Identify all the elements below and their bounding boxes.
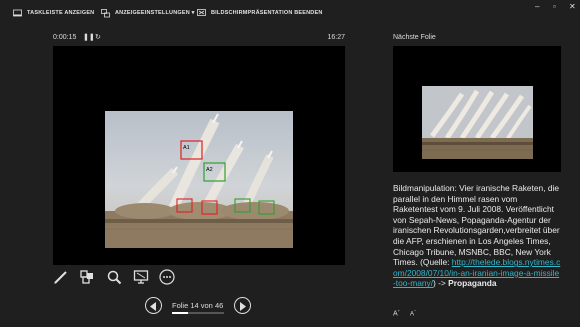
next-slide-label: Nächste Folie	[393, 34, 436, 41]
end-slideshow-icon	[197, 8, 206, 18]
speaker-notes: Bildmanipulation: Vier iranische Raketen…	[393, 183, 561, 289]
slide-progress-fill	[172, 312, 188, 314]
display-settings-icon	[101, 8, 110, 18]
pen-icon[interactable]	[53, 269, 69, 285]
show-taskbar-button[interactable]: TASKLEISTE ANZEIGEN	[13, 7, 94, 19]
chevron-left-icon	[150, 301, 156, 311]
end-slideshow-label: BILDSCHIRMPRÄSENTATION BEENDEN	[211, 10, 323, 16]
notes-text: Bildmanipulation: Vier iranische Raketen…	[393, 183, 560, 268]
increase-font-button[interactable]: A+	[393, 308, 400, 317]
callout-a2: A2	[206, 167, 213, 173]
taskbar-icon	[13, 9, 22, 18]
pause-icon[interactable]: ❚❚	[83, 33, 95, 41]
current-slide[interactable]: A1 A2	[53, 46, 345, 265]
slide-counter: Folie 14 von 46	[172, 301, 224, 310]
elapsed-time: 0:00:15	[53, 34, 77, 41]
previous-slide-button[interactable]	[145, 297, 162, 314]
minimize-button[interactable]: –	[535, 2, 539, 11]
end-slideshow-button[interactable]: BILDSCHIRMPRÄSENTATION BEENDEN	[197, 7, 323, 19]
zoom-icon[interactable]	[106, 269, 122, 285]
slide-photo: A1 A2	[105, 111, 293, 248]
display-settings-button[interactable]: ANZEIGEEINSTELLUNGEN ▾	[101, 7, 195, 19]
screen-icon[interactable]	[133, 269, 149, 285]
reset-icon[interactable]: ↻	[95, 33, 101, 41]
callout-a1: A1	[183, 145, 190, 151]
slide-grid-icon[interactable]	[79, 269, 95, 285]
clock-time: 16:27	[327, 34, 345, 41]
notes-emphasis: Propaganda	[448, 278, 497, 289]
more-icon[interactable]	[159, 269, 175, 285]
decrease-font-button[interactable]: A−	[410, 308, 416, 317]
next-slide-preview[interactable]	[393, 46, 561, 172]
timer-row: 0:00:15 ❚❚ ↻ 16:27	[53, 34, 345, 44]
display-settings-label: ANZEIGEEINSTELLUNGEN ▾	[115, 10, 195, 16]
maximize-button[interactable]: ▫	[553, 2, 556, 11]
next-slide-photo	[422, 86, 533, 159]
presenter-toolbar: TASKLEISTE ANZEIGEN ANZEIGEEINSTELLUNGEN…	[0, 0, 580, 26]
slide-progress-bar	[172, 312, 224, 314]
show-taskbar-label: TASKLEISTE ANZEIGEN	[27, 10, 95, 16]
notes-link-suffix: ) ->	[433, 278, 449, 289]
close-button[interactable]: ✕	[569, 2, 576, 11]
chevron-right-icon	[240, 301, 246, 311]
next-slide-button[interactable]	[234, 297, 251, 314]
slide-navigation: Folie 14 von 46	[145, 296, 255, 316]
